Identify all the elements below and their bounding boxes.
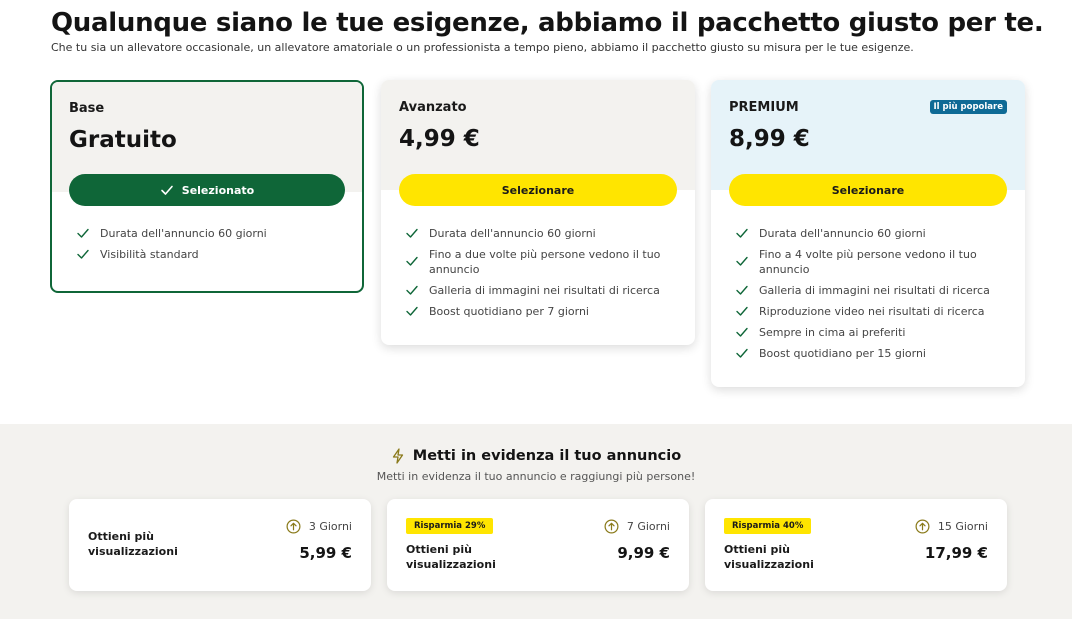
- boost-days-text: 15 Giorni: [937, 520, 988, 533]
- boost-price: 5,99 €: [299, 544, 352, 562]
- plan-price: 8,99 €: [729, 126, 810, 152]
- boost-title-text: Metti in evidenza il tuo annuncio: [412, 448, 682, 464]
- feature-text: Riproduzione video nei risultati di rice…: [759, 305, 985, 318]
- arrow-up-circle-icon: [286, 519, 301, 534]
- feature-text: Fino a due volte più persone vedono il t…: [429, 248, 661, 276]
- check-icon: [406, 285, 418, 295]
- boost-option-label: Ottieni più visualizzazioni: [724, 543, 814, 571]
- feature-text: Durata dell'annuncio 60 giorni: [429, 227, 596, 240]
- arrow-up-circle-icon: [604, 519, 619, 534]
- feature-item: Durata dell'annuncio 60 giorni: [405, 226, 677, 241]
- feature-item: Riproduzione video nei risultati di rice…: [735, 304, 1007, 319]
- feature-item: Durata dell'annuncio 60 giorni: [735, 226, 1007, 241]
- boost-section: Metti in evidenza il tuo annuncio Metti …: [0, 424, 1072, 619]
- boost-days: 7 Giorni: [604, 519, 670, 534]
- feature-item: Fino a 4 volte più persone vedono il tuo…: [735, 247, 1007, 277]
- feature-list: Durata dell'annuncio 60 giorni Fino a 4 …: [711, 190, 1025, 383]
- plan-name: PREMIUM: [729, 100, 799, 115]
- plan-card-base[interactable]: Base Gratuito Selezionato Durata dell'an…: [50, 80, 364, 293]
- button-label: Selezionato: [181, 183, 255, 197]
- boost-option-3-days[interactable]: Ottieni più visualizzazioni 3 Giorni 5,9…: [69, 499, 371, 591]
- feature-text: Galleria di immagini nei risultati di ri…: [429, 284, 660, 297]
- boost-option-7-days[interactable]: Risparmia 29% Ottieni più visualizzazion…: [387, 499, 689, 591]
- select-button[interactable]: Selezionare: [399, 174, 677, 206]
- feature-item: Visibilità standard: [76, 247, 344, 262]
- feature-text: Boost quotidiano per 7 giorni: [429, 305, 589, 318]
- feature-text: Fino a 4 volte più persone vedono il tuo…: [759, 248, 977, 276]
- boost-subtitle: Metti in evidenza il tuo annuncio e ragg…: [376, 470, 696, 483]
- check-icon: [736, 306, 748, 316]
- check-icon: [736, 285, 748, 295]
- check-icon: [736, 228, 748, 238]
- page-title: Qualunque siano le tue esigenze, abbiamo…: [51, 8, 1044, 38]
- feature-item: Sempre in cima ai preferiti: [735, 325, 1007, 340]
- feature-text: Durata dell'annuncio 60 giorni: [100, 227, 267, 240]
- boost-days-text: 7 Giorni: [626, 520, 670, 533]
- feature-item: Boost quotidiano per 15 giorni: [735, 346, 1007, 361]
- plan-price: 4,99 €: [399, 126, 480, 152]
- select-button[interactable]: Selezionare: [729, 174, 1007, 206]
- boost-price: 9,99 €: [617, 544, 670, 562]
- boost-days: 3 Giorni: [286, 519, 352, 534]
- check-icon: [160, 185, 173, 195]
- arrow-up-circle-icon: [915, 519, 930, 534]
- boost-days: 15 Giorni: [915, 519, 988, 534]
- pricing-page: Qualunque siano le tue esigenze, abbiamo…: [0, 0, 1072, 619]
- check-icon: [406, 256, 418, 266]
- feature-item: Galleria di immagini nei risultati di ri…: [405, 283, 677, 298]
- plan-card-avanzato[interactable]: Avanzato 4,99 € Selezionare Durata dell'…: [381, 80, 695, 345]
- check-icon: [736, 327, 748, 337]
- feature-item: Galleria di immagini nei risultati di ri…: [735, 283, 1007, 298]
- boost-option-label: Ottieni più visualizzazioni: [406, 543, 496, 571]
- popular-badge: Il più popolare: [929, 100, 1007, 114]
- feature-item: Fino a due volte più persone vedono il t…: [405, 247, 677, 277]
- boost-days-text: 3 Giorni: [308, 520, 352, 533]
- selected-button[interactable]: Selezionato: [69, 174, 345, 206]
- check-icon: [736, 348, 748, 358]
- plan-price: Gratuito: [69, 127, 177, 153]
- feature-text: Boost quotidiano per 15 giorni: [759, 347, 926, 360]
- check-icon: [406, 228, 418, 238]
- check-icon: [406, 306, 418, 316]
- feature-list: Durata dell'annuncio 60 giorni Fino a du…: [381, 190, 695, 341]
- feature-text: Galleria di immagini nei risultati di ri…: [759, 284, 990, 297]
- check-icon: [736, 256, 748, 266]
- boost-option-label: Ottieni più visualizzazioni: [88, 530, 178, 558]
- check-icon: [77, 249, 89, 259]
- feature-text: Durata dell'annuncio 60 giorni: [759, 227, 926, 240]
- feature-item: Boost quotidiano per 7 giorni: [405, 304, 677, 319]
- plan-card-premium[interactable]: PREMIUM Il più popolare 8,99 € Seleziona…: [711, 80, 1025, 387]
- plan-name: Base: [69, 101, 105, 116]
- feature-text: Visibilità standard: [100, 248, 199, 261]
- feature-text: Sempre in cima ai preferiti: [759, 326, 906, 339]
- savings-badge: Risparmia 40%: [724, 518, 812, 534]
- boost-option-15-days[interactable]: Risparmia 40% Ottieni più visualizzazion…: [705, 499, 1007, 591]
- savings-badge: Risparmia 29%: [406, 518, 494, 534]
- feature-item: Durata dell'annuncio 60 giorni: [76, 226, 344, 241]
- plan-name: Avanzato: [399, 100, 467, 115]
- lightning-icon: [392, 448, 403, 464]
- page-subtitle: Che tu sia un allevatore occasionale, un…: [51, 41, 914, 54]
- check-icon: [77, 228, 89, 238]
- boost-price: 17,99 €: [924, 544, 988, 562]
- boost-title: Metti in evidenza il tuo annuncio: [0, 448, 1072, 464]
